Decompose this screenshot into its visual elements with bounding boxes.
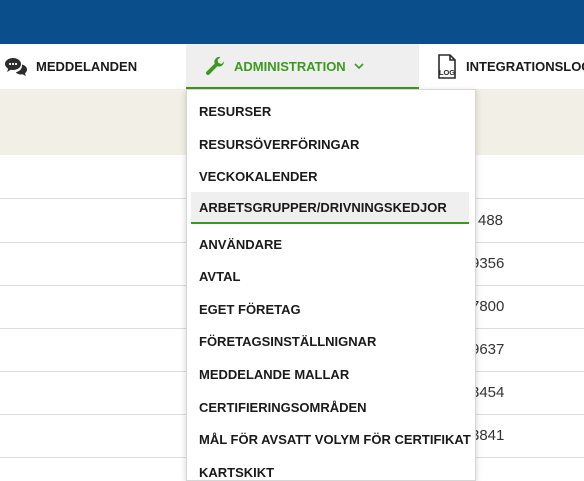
chevron-down-icon xyxy=(354,61,364,73)
nav-integration-label: INTEGRATIONSLOG xyxy=(466,59,584,74)
menu-item-foretagsinstallningar[interactable]: FÖRETAGSINSTÄLLNIGNAR xyxy=(191,325,469,357)
table-cell-value: 3841 xyxy=(471,427,505,444)
wrench-icon xyxy=(204,56,226,78)
table-cell-value: 488 xyxy=(478,212,504,229)
nav-integration-log[interactable]: LOG INTEGRATIONSLOG xyxy=(436,44,584,89)
menu-item-resursoverforingar[interactable]: RESURSÖVERFÖRINGAR xyxy=(191,128,469,160)
menu-item-avtal[interactable]: AVTAL xyxy=(191,260,469,292)
menu-item-eget-foretag[interactable]: EGET FÖRETAG xyxy=(191,293,469,325)
log-file-icon: LOG xyxy=(436,53,458,80)
table-cell-value: 9356 xyxy=(471,255,505,272)
nav-messages[interactable]: MEDDELANDEN xyxy=(0,44,137,89)
menu-item-meddelande-mallar[interactable]: MEDDELANDE MALLAR xyxy=(191,358,469,390)
menu-item-certifieringsomraden[interactable]: CERTIFIERINGSOMRÅDEN xyxy=(191,391,469,423)
table-cell-value: 9637 xyxy=(471,341,505,358)
top-header-bar xyxy=(0,0,584,44)
menu-item-veckokalender[interactable]: VECKOKALENDER xyxy=(191,160,469,192)
table-cell-value: 3454 xyxy=(471,384,505,401)
menu-item-mal-avsatt-volym[interactable]: MÅL FÖR AVSATT VOLYM FÖR CERTIFIKAT xyxy=(191,423,471,455)
menu-item-anvandare[interactable]: ANVÄNDARE xyxy=(191,228,469,260)
nav-administration[interactable]: ADMINISTRATION xyxy=(186,44,419,89)
administration-dropdown-menu: RESURSER RESURSÖVERFÖRINGAR VECKOKALENDE… xyxy=(186,89,476,481)
table-cell-value: 7800 xyxy=(471,298,505,315)
nav-administration-label: ADMINISTRATION xyxy=(234,59,346,74)
menu-item-arbetsgrupper[interactable]: ARBETSGRUPPER/DRIVNINGSKEDJOR xyxy=(191,192,469,224)
chat-bubbles-icon xyxy=(4,56,28,78)
log-icon-text: LOG xyxy=(439,68,455,77)
main-navbar: MEDDELANDEN ADMINISTRATION LOG INTEGRATI… xyxy=(0,44,584,89)
menu-item-resurser[interactable]: RESURSER xyxy=(191,95,469,127)
nav-messages-label: MEDDELANDEN xyxy=(36,59,138,74)
menu-item-kartskikt[interactable]: KARTSKIKT xyxy=(191,456,469,480)
